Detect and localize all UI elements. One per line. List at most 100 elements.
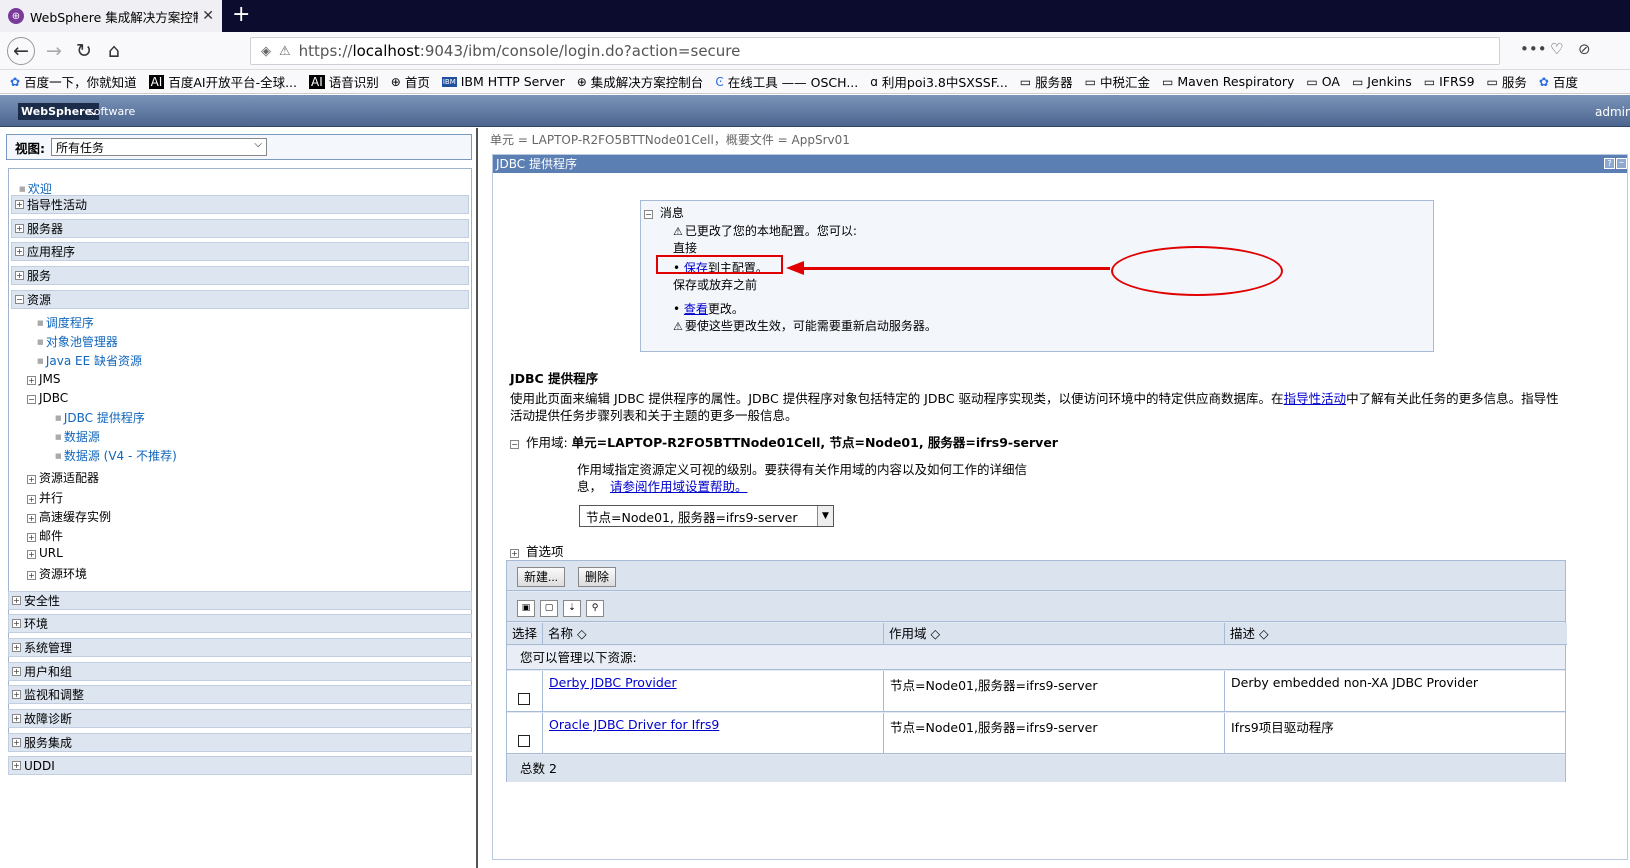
nav-item-resource-env[interactable]: + 资源环境 [27,565,87,582]
view-select[interactable]: 所有任务 ⌵ [51,138,267,156]
lock-warning-icon[interactable]: ⚠ [279,44,291,59]
bookmark-folder[interactable]: ▭ Jenkins [1352,74,1412,89]
nav-link-datasources-v4[interactable]: 数据源 (V4 - 不推荐) [55,447,177,464]
nav-group-servers[interactable]: + 服务器 [11,219,469,238]
nav-link-javaee-default[interactable]: Java EE 缺省资源 [37,352,142,369]
nav-link-scheduler[interactable]: 调度程序 [37,314,94,331]
bookmark-folder[interactable]: ▭ IFRS9 [1424,74,1475,89]
minimize-icon[interactable]: – [1616,158,1627,169]
bookmark[interactable]: ✿ 百度一下，你就知道 [10,72,137,91]
bookmark[interactable]: ✿ 百度 [1539,72,1578,91]
expand-icon[interactable]: + [12,690,21,699]
bookmark[interactable]: IBM IBM HTTP Server [441,74,565,89]
expand-icon[interactable]: + [12,738,21,747]
nav-item-cache-instances[interactable]: + 高速缓存实例 [27,508,111,525]
column-header-description[interactable]: 描述 ◇ [1225,623,1567,645]
preferences-toggle[interactable]: + 首选项 [510,541,564,560]
library-icon[interactable]: ⊘ [1578,40,1591,58]
scope-select[interactable]: 节点=Node01, 服务器=ifrs9-server ▼ [579,505,834,527]
bookmark[interactable]: AI 百度AI开放平台-全球... [148,72,297,91]
nav-group-users-groups[interactable]: + 用户和组 [8,662,472,681]
nav-link-datasources[interactable]: 数据源 [55,428,100,445]
bookmark-folder[interactable]: ▭ OA [1306,74,1340,89]
nav-group-services[interactable]: + 服务 [11,266,469,285]
expand-icon[interactable]: + [15,247,24,256]
nav-group-system-admin[interactable]: + 系统管理 [8,638,472,657]
nav-group-environment[interactable]: + 环境 [8,614,472,633]
expand-icon[interactable]: + [27,514,36,523]
home-icon[interactable]: ⌂ [102,39,126,63]
bookmark[interactable]: Ͼ 在线工具 —— OSCH... [715,72,858,91]
nav-link-jdbc-providers[interactable]: JDBC 提供程序 [55,409,145,426]
reload-icon[interactable]: ↻ [72,39,96,63]
nav-group-uddi[interactable]: + UDDI [8,756,472,775]
nav-group-monitoring[interactable]: + 监视和调整 [8,685,472,704]
nav-item-resource-adapters[interactable]: + 资源适配器 [27,469,99,486]
expand-icon[interactable]: + [15,200,24,209]
back-icon[interactable]: ← [7,37,35,65]
column-header-scope[interactable]: 作用域 ◇ [884,623,1225,645]
expand-icon[interactable]: + [12,761,21,770]
expand-icon[interactable]: + [27,495,36,504]
column-header-name[interactable]: 名称 ◇ [543,623,884,645]
nav-item-mail[interactable]: + 邮件 [27,527,63,544]
new-button[interactable]: 新建... [517,567,566,587]
delete-button[interactable]: 删除 [578,567,617,587]
bookmark[interactable]: ⊕ 首页 [391,72,430,91]
expand-icon[interactable]: + [12,714,21,723]
bookmark[interactable]: ⊕ 集成解决方案控制台 [577,72,704,91]
pocket-icon[interactable]: ♡ [1550,40,1563,58]
nav-group-applications[interactable]: + 应用程序 [11,242,469,261]
nav-item-jdbc[interactable]: − JDBC [27,391,68,405]
review-link[interactable]: 查看 [684,302,708,316]
expand-icon[interactable]: + [27,475,36,484]
expand-icon[interactable]: + [27,533,36,542]
new-tab-icon[interactable]: + [232,2,250,27]
row-checkbox[interactable] [518,693,530,705]
browser-tab[interactable]: ⊕ WebSphere 集成解决方案控制 ✕ [0,0,222,32]
scope-help-link[interactable]: 请参阅作用域设置帮助。 [610,479,748,494]
row-checkbox[interactable] [518,735,530,747]
collapse-icon[interactable]: − [15,295,24,304]
nav-group-resources[interactable]: − 资源 [11,290,469,309]
deselect-all-icon[interactable]: ▢ [540,600,558,617]
collapse-icon[interactable]: − [27,395,36,404]
expand-icon[interactable]: + [15,224,24,233]
more-actions-icon[interactable]: ••• [1520,40,1547,58]
collapse-icon[interactable]: − [510,440,519,449]
bookmark[interactable]: ɑ 利用poi3.8中SXSSF... [870,72,1008,91]
expand-icon[interactable]: + [12,596,21,605]
bookmark-folder[interactable]: ▭ 中税汇金 [1085,72,1150,91]
bookmark-folder[interactable]: ▭ 服务器 [1020,72,1073,91]
expand-icon[interactable]: + [12,643,21,652]
collapse-icon[interactable]: − [644,210,653,219]
guided-activities-link[interactable]: 指导性活动 [1284,391,1347,406]
bookmark[interactable]: AI 语音识别 [309,72,379,91]
expand-icon[interactable]: + [27,550,36,559]
bookmark-folder[interactable]: ▭ 服务 [1487,72,1527,91]
nav-group-security[interactable]: + 安全性 [8,591,472,610]
expand-icon[interactable]: + [27,376,36,385]
select-all-icon[interactable]: ▣ [517,600,535,617]
expand-icon[interactable]: + [510,549,519,558]
nav-group-guided[interactable]: + 指导性活动 [11,195,469,214]
forward-icon[interactable]: → [42,39,66,63]
nav-item-url[interactable]: + URL [27,546,63,560]
expand-icon[interactable]: + [12,667,21,676]
clear-filter-icon[interactable]: ⚲ [586,600,604,617]
help-icon[interactable]: ? [1604,158,1615,169]
expand-icon[interactable]: + [27,571,36,580]
bookmark-folder[interactable]: ▭ Maven Respiratory [1162,74,1294,89]
show-filter-icon[interactable]: ⇣ [563,600,581,617]
provider-name-link[interactable]: Oracle JDBC Driver for Ifrs9 [549,717,719,732]
provider-name-link[interactable]: Derby JDBC Provider [549,675,677,690]
close-tab-icon[interactable]: ✕ [202,8,214,24]
nav-group-troubleshooting[interactable]: + 故障诊断 [8,709,472,728]
nav-group-service-integration[interactable]: + 服务集成 [8,733,472,752]
expand-icon[interactable]: + [12,619,21,628]
url-bar[interactable]: ◈ ⚠ https://localhost:9043/ibm/console/l… [250,37,1500,65]
nav-item-jms[interactable]: + JMS [27,372,61,386]
expand-icon[interactable]: + [15,271,24,280]
nav-link-object-pool[interactable]: 对象池管理器 [37,333,118,350]
nav-item-concurrency[interactable]: + 并行 [27,489,63,506]
